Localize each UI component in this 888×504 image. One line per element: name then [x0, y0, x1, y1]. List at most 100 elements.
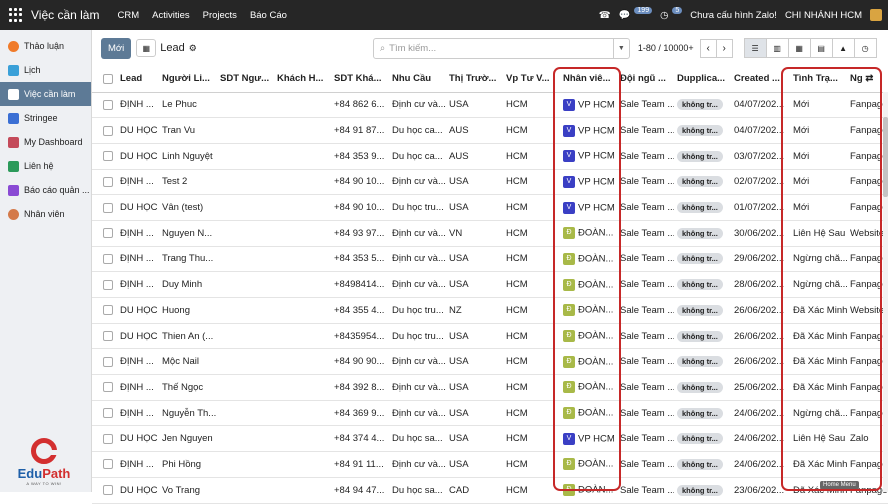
- row-checkbox[interactable]: [92, 425, 117, 453]
- duplicate-cell: không tr...: [674, 323, 731, 350]
- column-header[interactable]: Tình Trạ...: [790, 66, 847, 93]
- menu-activities[interactable]: Activities: [152, 10, 189, 21]
- table-row[interactable]: ĐỊNH ... Test 2 +84 90 10... Định cư và... U…: [92, 169, 888, 196]
- table-row[interactable]: ĐỊNH ... Duy Minh +8498414... Định cư và...…: [92, 271, 888, 298]
- column-header[interactable]: Lead: [117, 66, 159, 93]
- list-settings-button[interactable]: ▦: [136, 39, 157, 57]
- table-row[interactable]: ĐỊNH ... Nguyen N... +84 93 97... Định cư v…: [92, 220, 888, 247]
- table-row[interactable]: DU HỌC Linh Nguyệt +84 353 9... Du học ca..…: [92, 143, 888, 170]
- calendar-view-icon[interactable]: ▦: [787, 38, 811, 58]
- scrollbar[interactable]: [883, 92, 888, 492]
- row-checkbox[interactable]: [92, 143, 117, 170]
- table-cell: Sale Team ...: [617, 323, 674, 350]
- next-page-button[interactable]: ›: [715, 38, 733, 58]
- duplicate-cell: không tr...: [674, 425, 731, 453]
- table-row[interactable]: DU HỌC Tran Vu +84 91 87... Du học ca... AUS…: [92, 117, 888, 144]
- column-header[interactable]: Vp Tư V...: [503, 66, 560, 93]
- table-row[interactable]: ĐỊNH ... Nguyễn Th... +84 369 9... Định cư …: [92, 400, 888, 427]
- table-row[interactable]: DU HỌC Thien An (... +8435954... Du học tru…: [92, 323, 888, 350]
- pivot-view-icon[interactable]: ▤: [809, 38, 833, 58]
- row-checkbox[interactable]: [92, 246, 117, 273]
- table-cell: Đã Xác Minh: [790, 374, 847, 401]
- table-cell: Liên Hệ Sau: [790, 220, 847, 247]
- menu-projects[interactable]: Projects: [203, 10, 237, 21]
- column-header[interactable]: Người Li...: [159, 66, 217, 93]
- gear-icon[interactable]: ⚙: [189, 43, 197, 54]
- sidebar-item-viec-can-lam[interactable]: Việc cần làm: [0, 82, 91, 106]
- menu-bao-cao[interactable]: Báo Cáo: [250, 10, 287, 21]
- sidebar-item-lich[interactable]: Lịch: [0, 58, 91, 82]
- column-settings-icon[interactable]: ⇄: [865, 73, 873, 84]
- row-checkbox[interactable]: [92, 117, 117, 144]
- table-row[interactable]: DU HỌC Vo Trang +84 94 47... Du học sa... CA…: [92, 477, 888, 504]
- phone-icon[interactable]: ☎: [599, 10, 611, 21]
- new-button[interactable]: Mới: [101, 37, 132, 59]
- branch-switcher[interactable]: CHI NHÁNH HCM: [785, 10, 862, 21]
- table-row[interactable]: ĐỊNH ... Phi Hồng +84 91 11... Định cư và..…: [92, 451, 888, 478]
- column-header[interactable]: Dupplica...: [674, 66, 731, 93]
- table-row[interactable]: DU HỌC Jen Nguyen +84 374 4... Du học sa...…: [92, 425, 888, 453]
- table-row[interactable]: ĐỊNH ... Trang Thu... +84 353 5... Định cư …: [92, 246, 888, 273]
- app-title[interactable]: Việc cần làm: [31, 8, 99, 22]
- row-checkbox[interactable]: [92, 400, 117, 427]
- salesperson-avatar: Đ: [563, 278, 575, 291]
- row-checkbox[interactable]: [92, 169, 117, 196]
- column-header[interactable]: SDT Ngư...: [217, 66, 274, 93]
- search-input[interactable]: Tìm kiếm...: [389, 43, 436, 54]
- user-avatar[interactable]: [870, 9, 882, 21]
- salesperson-name: ĐOÀN...: [578, 227, 614, 239]
- row-checkbox[interactable]: [92, 220, 117, 247]
- table-row[interactable]: ĐỊNH ... Thế Ngọc +84 392 8... Định cư và..…: [92, 374, 888, 401]
- kanban-view-icon[interactable]: ▥: [765, 38, 789, 58]
- row-checkbox[interactable]: [92, 194, 117, 221]
- table-cell: [217, 323, 274, 350]
- column-header[interactable]: Khách H...: [274, 66, 331, 93]
- column-header[interactable]: Đội ngũ ...: [617, 66, 674, 93]
- sidebar-item-nhan-vien[interactable]: Nhân viên: [0, 202, 91, 226]
- search-bar[interactable]: ⌕ Tìm kiếm... ▼: [372, 37, 630, 59]
- table-row[interactable]: DU HỌC Vân (test) +84 90 10... Du học tru..…: [92, 194, 888, 221]
- control-panel: Mới ▦ Lead ⚙ ⌕ Tìm kiếm... ▼ 1-80 / 1000…: [92, 30, 888, 66]
- column-header[interactable]: Nhân viê...: [560, 66, 617, 93]
- graph-view-icon[interactable]: ▲: [831, 38, 855, 58]
- pager-value[interactable]: 1-80 / 10000+: [638, 43, 694, 53]
- row-checkbox[interactable]: [92, 297, 117, 324]
- row-checkbox[interactable]: [92, 348, 117, 376]
- search-dropdown-toggle[interactable]: ▼: [612, 38, 629, 58]
- column-header[interactable]: Nhu Cầu: [389, 66, 446, 93]
- table-cell: ĐỊNH ...: [117, 374, 159, 401]
- sidebar-item-bao-cao-quan[interactable]: Báo cáo quản ...: [0, 178, 91, 202]
- row-checkbox[interactable]: [92, 451, 117, 478]
- list-view-icon[interactable]: ☰: [743, 38, 767, 58]
- column-header[interactable]: Created ...: [731, 66, 790, 93]
- sidebar-item-stringee[interactable]: Stringee: [0, 106, 91, 130]
- row-checkbox[interactable]: [92, 374, 117, 401]
- salesperson-avatar: Đ: [563, 304, 575, 317]
- menu-crm[interactable]: CRM: [117, 10, 139, 21]
- chat-icon[interactable]: 💬: [619, 10, 631, 21]
- table-row[interactable]: ĐỊNH ... Mộc Nail +84 90 90... Định cư và..…: [92, 348, 888, 376]
- column-header[interactable]: Ng ⇄: [847, 66, 888, 93]
- select-all-checkbox[interactable]: [92, 66, 117, 93]
- sidebar-item-lien-he[interactable]: Liên hệ: [0, 154, 91, 178]
- app-grid-icon[interactable]: [9, 8, 23, 22]
- row-checkbox[interactable]: [92, 271, 117, 298]
- sidebar-item-my-dashboard[interactable]: My Dashboard: [0, 130, 91, 154]
- activity-view-icon[interactable]: ◷: [853, 38, 877, 58]
- column-header[interactable]: SDT Khá...: [331, 66, 389, 93]
- table-row[interactable]: ĐỊNH ... Le Phuc +84 862 6... Định cư và...…: [92, 92, 888, 119]
- table-cell: Định cư và...: [389, 451, 446, 478]
- clock-icon[interactable]: ◷: [660, 10, 668, 21]
- lead-table: Lead Người Li... SDT Ngư... Khách H... S…: [92, 66, 888, 504]
- table-cell: +8498414...: [331, 271, 389, 298]
- table-row[interactable]: DU HỌC Huong +84 355 4... Du học tru... NZ HC…: [92, 297, 888, 324]
- row-checkbox[interactable]: [92, 477, 117, 504]
- prev-page-button[interactable]: ‹: [699, 38, 717, 58]
- zalo-status[interactable]: Chưa cấu hình Zalo!: [690, 10, 777, 21]
- column-header[interactable]: Thị Trườ...: [446, 66, 503, 93]
- sidebar-item-thao-luan[interactable]: Thảo luận: [0, 34, 91, 58]
- row-checkbox[interactable]: [92, 92, 117, 119]
- salesperson-name: VP HCM: [578, 176, 615, 188]
- row-checkbox[interactable]: [92, 323, 117, 350]
- table-cell: HCM: [503, 246, 560, 273]
